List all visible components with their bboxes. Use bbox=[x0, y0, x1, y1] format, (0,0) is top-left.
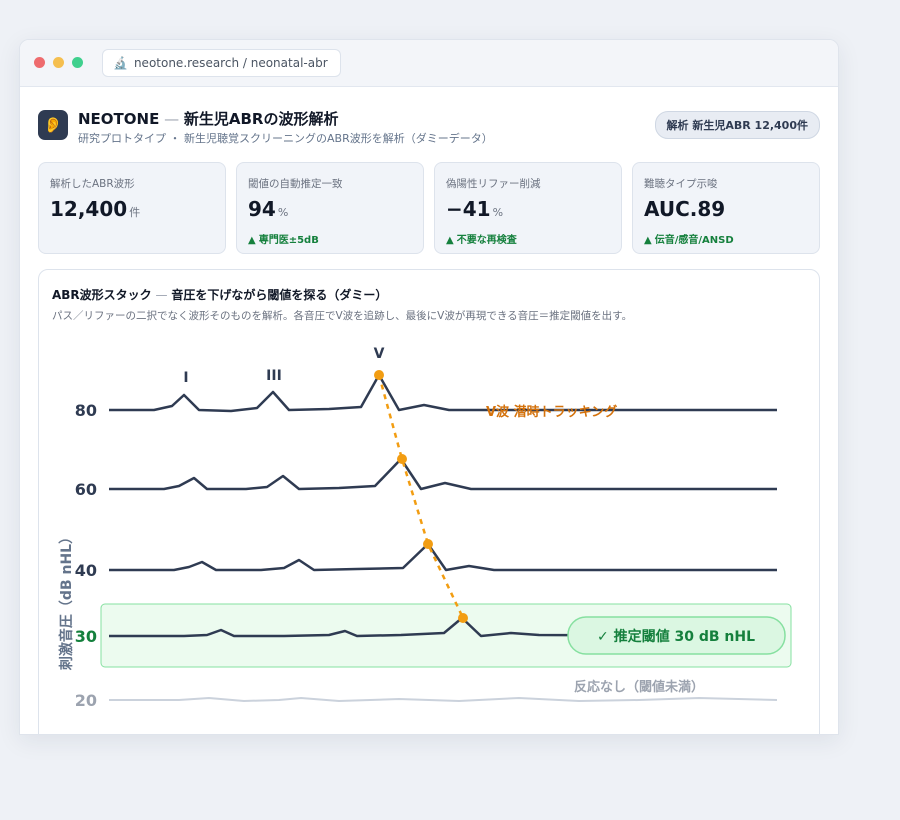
kpi-delta: ▲ 不要な再検査 bbox=[446, 235, 517, 246]
kpi-value: AUC.89 bbox=[644, 197, 726, 221]
y-axis-label: 刺激音圧（dB nHL） bbox=[58, 530, 75, 670]
browser-window: 🔬 neotone.research / neonatal-abr 👂 NEOT… bbox=[19, 39, 839, 735]
abr-waveform-chart: 8060403020I IIIVV波 潜時トラッキング✓ 推定閾値 30 dB n… bbox=[58, 346, 792, 710]
waveform-40db bbox=[109, 542, 777, 572]
kpi-card-false-positive: 偽陽性リファー削減 −41% ▲ 不要な再検査 bbox=[434, 162, 622, 254]
v-wave-track-line bbox=[377, 374, 465, 619]
threshold-label: ✓ 推定閾値 30 dB nHL bbox=[597, 628, 755, 645]
kpi-label: 難聴タイプ示唆 bbox=[644, 178, 718, 190]
v-track-label: V波 潜時トラッキング bbox=[486, 404, 617, 420]
maximize-window-button[interactable] bbox=[72, 57, 83, 68]
kpi-label: 閾値の自動推定一致 bbox=[248, 178, 343, 190]
kpi-card-hearing-type: 難聴タイプ示唆 AUC.89 ▲ 伝音/感音/ANSD bbox=[632, 162, 820, 254]
level-tick-label: 30 bbox=[75, 627, 97, 646]
up-triangle-icon: ▲ bbox=[248, 235, 256, 246]
app-subtitle: 研究プロトタイプ ・ 新生児聴覚スクリーニングのABR波形を解析（ダミーデータ） bbox=[78, 132, 493, 145]
kpi-label: 解析したABR波形 bbox=[50, 178, 135, 190]
kpi-row: 解析したABR波形 12,400 件 閾値の自動推定一致 94% ▲ 専門医±5dB… bbox=[38, 162, 820, 254]
kpi-value: 94% bbox=[248, 197, 289, 221]
v-wave-point bbox=[397, 454, 407, 464]
app-title: NEOTONE — 新生児ABRの波形解析 bbox=[78, 110, 339, 128]
waveform-panel: ABR波形スタック — 音圧を下げながら閾値を探る（ダミー） パス／リファーの二… bbox=[38, 269, 820, 734]
wave-peak-label: V bbox=[374, 346, 385, 362]
wave-peak-label: III bbox=[266, 368, 282, 384]
level-tick-label: 80 bbox=[75, 401, 97, 420]
level-tick-label: 60 bbox=[75, 480, 97, 499]
dataset-badge: 解析 新生児ABR 12,400件 bbox=[654, 111, 820, 139]
kpi-value: 12,400 件 bbox=[50, 197, 141, 221]
level-tick-label: 40 bbox=[75, 561, 97, 580]
wave-peak-label: I bbox=[183, 370, 188, 386]
kpi-card-waveforms: 解析したABR波形 12,400 件 bbox=[38, 162, 226, 254]
minimize-window-button[interactable] bbox=[53, 57, 64, 68]
v-wave-point bbox=[423, 539, 433, 549]
waveform-20db bbox=[109, 697, 778, 702]
kpi-value: −41% bbox=[446, 197, 504, 221]
app-header: 👂 NEOTONE — 新生児ABRの波形解析 研究プロトタイプ ・ 新生児聴覚… bbox=[38, 108, 820, 148]
kpi-card-threshold-match: 閾値の自動推定一致 94% ▲ 専門医±5dB bbox=[236, 162, 424, 254]
close-window-button[interactable] bbox=[34, 57, 45, 68]
up-triangle-icon: ▲ bbox=[446, 235, 454, 246]
kpi-delta: ▲ 専門医±5dB bbox=[248, 235, 319, 246]
address-bar[interactable]: 🔬 neotone.research / neonatal-abr bbox=[102, 49, 341, 77]
ear-icon: 👂 bbox=[38, 110, 68, 140]
waveform-80db bbox=[109, 373, 777, 413]
v-wave-point bbox=[458, 613, 468, 623]
microscope-icon: 🔬 bbox=[113, 56, 128, 70]
v-wave-point bbox=[374, 370, 384, 380]
browser-titlebar: 🔬 neotone.research / neonatal-abr bbox=[20, 40, 838, 87]
level-tick-label: 20 bbox=[75, 691, 97, 710]
kpi-delta: ▲ 伝音/感音/ANSD bbox=[644, 235, 734, 246]
kpi-label: 偽陽性リファー削減 bbox=[446, 178, 541, 190]
waveform-60db bbox=[109, 457, 777, 491]
no-response-label: 反応なし（閾値未満） bbox=[574, 679, 704, 695]
up-triangle-icon: ▲ bbox=[644, 235, 652, 246]
address-bar-url: neotone.research / neonatal-abr bbox=[133, 56, 328, 70]
